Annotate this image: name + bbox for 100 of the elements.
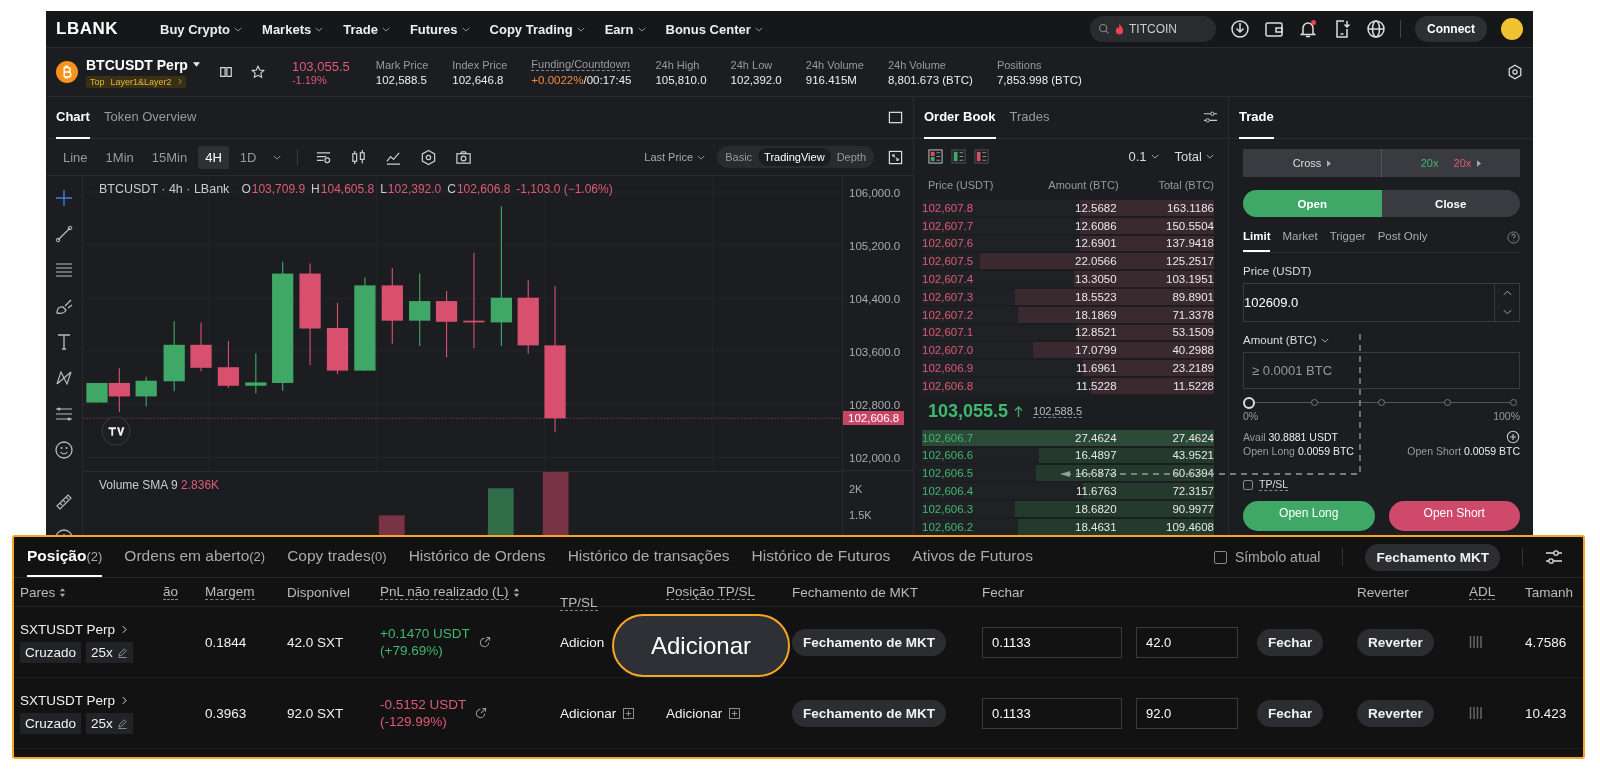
pair-link[interactable]: SXTUSDT Perp [20,692,128,708]
horizontal-lines-icon[interactable] [54,260,74,280]
order-button[interactable]: Open Short [1388,501,1520,531]
nav-menu[interactable]: Earn [604,21,646,37]
order-type-tab[interactable]: Trigger [1329,222,1366,252]
reverse-button[interactable]: Reverter [1357,699,1434,727]
bell-icon[interactable] [1298,19,1318,39]
plus-square-icon[interactable] [623,707,635,719]
price-source-dropdown[interactable]: Last Price [644,151,706,163]
book-both-icon[interactable] [928,148,943,164]
share-icon[interactable] [474,706,488,720]
positions-tab[interactable]: Copy trades(0) [287,537,387,577]
book-bids-icon[interactable] [951,148,966,164]
chevron-icon [122,624,128,634]
caret-icon[interactable] [273,154,282,160]
symbol-selector[interactable]: BTCUSDT Perp [86,56,200,73]
panel-tab[interactable]: Order Book [924,97,996,139]
leverage-button[interactable]: 20x 20x [1382,149,1520,177]
panel-tab[interactable]: Trades [1009,97,1050,139]
interval-button[interactable]: 1Min [98,145,141,169]
close-price-field[interactable]: 0.1133 [982,626,1122,658]
globe-icon[interactable] [1366,19,1386,39]
nav-menu[interactable]: Copy Trading [489,21,585,37]
avatar[interactable] [1501,18,1523,40]
sort-icon[interactable] [59,586,67,598]
close-button[interactable]: Fechar [1257,628,1324,656]
close-price-field[interactable]: 0.1133 [982,697,1122,729]
nav-menu[interactable]: Buy Crypto [160,21,243,37]
increment-icon[interactable] [1502,290,1512,297]
interval-button[interactable]: 15Min [144,145,195,169]
wallet-icon[interactable] [1264,19,1284,39]
camera-icon[interactable] [455,148,473,166]
positions-tab[interactable]: Histórico de Futuros [751,537,891,577]
sort-icon[interactable] [512,586,520,598]
plus-square-icon[interactable] [729,707,741,719]
positions-tab[interactable]: Histórico de Ordens [408,537,546,577]
positions-tab[interactable]: Posição(2) [27,537,103,577]
search-bar[interactable]: TITCOIN [1090,16,1216,42]
nav-menu[interactable]: Trade [343,21,390,37]
add-circle-icon[interactable] [1506,430,1520,444]
precision-dropdown[interactable]: 0.1 [1128,148,1159,164]
close-amount-field[interactable]: 42.0 [1136,626,1238,658]
connect-button[interactable]: Connect [1415,16,1487,42]
panel-tab[interactable]: Token Overview [103,96,197,139]
nav-menu[interactable]: Futures [409,21,470,37]
line-tool-icon[interactable] [54,224,74,244]
close-amount-field[interactable]: 92.0 [1136,697,1238,729]
hexagon-icon[interactable] [420,148,438,166]
leverage-chip[interactable]: 25x [86,641,133,663]
layout-icon[interactable] [888,110,903,125]
view-option[interactable]: Depth [830,148,872,166]
checkbox[interactable] [1213,550,1227,564]
order-type-tab[interactable]: Market [1282,222,1318,252]
ruler-icon[interactable] [54,492,74,512]
expand-icon[interactable] [888,149,903,165]
interval-button[interactable]: Line [56,145,95,169]
smiley-icon[interactable] [54,440,74,460]
share-icon[interactable] [477,635,491,649]
filter-icon[interactable] [1545,548,1563,566]
search-input[interactable]: TITCOIN [1129,22,1209,36]
close-all-button[interactable]: Fechamento MKT [1365,543,1500,571]
positions-tab[interactable]: Ordens em aberto(2) [124,537,266,577]
reverse-button[interactable]: Reverter [1357,628,1434,656]
leverage-chip[interactable]: 25x [86,712,133,734]
help-icon[interactable] [1507,230,1520,244]
margin-mode-button[interactable]: Cross [1243,149,1382,177]
positions-tab[interactable]: Ativos de Futuros [912,537,1033,577]
side-toggle[interactable]: Close [1381,190,1520,217]
download-icon[interactable] [1230,19,1250,39]
view-option[interactable]: TradingView [758,148,831,166]
market-close-button[interactable]: Fechamento de MKT [792,628,946,656]
crosshair-icon[interactable] [54,188,74,208]
add-link[interactable]: Adicionar [560,705,617,721]
interval-button[interactable]: 1D [232,145,264,169]
logo[interactable]: LBANK [56,19,118,39]
amount-field[interactable]: ≥ 0.0001 BTC [1243,352,1520,389]
candlestick-icon[interactable] [350,148,368,166]
add-link[interactable]: Adicion [560,634,605,650]
nav-menu[interactable]: Bonus Center [665,21,763,37]
filter-icon[interactable] [1203,110,1218,125]
total-dropdown[interactable]: Total [1174,148,1214,164]
positions-tab[interactable]: Histórico de transações [567,537,730,577]
slider-thumb[interactable] [1243,397,1255,409]
nav-menu[interactable]: Markets [262,21,324,37]
settings-icon[interactable] [1507,64,1523,80]
interval-button[interactable]: 4H [198,145,229,169]
order-type-tab[interactable]: Limit [1243,222,1271,252]
add-link[interactable]: Adicionar [666,705,723,721]
close-button[interactable]: Fechar [1257,699,1324,727]
market-close-button[interactable]: Fechamento de MKT [792,699,946,727]
decrement-icon[interactable] [1502,308,1512,315]
checkbox[interactable] [1243,479,1253,490]
panel-tab[interactable]: Chart [56,96,90,139]
tag-strip[interactable]: Top Layer1&Layer2 [86,75,186,88]
amount-unit-dropdown[interactable]: Amount (BTC) [1243,334,1329,346]
order-amount: 12.6086 [1074,219,1117,232]
pair-link[interactable]: SXTUSDT Perp [20,621,128,637]
book-asks-icon[interactable] [974,148,989,164]
view-option[interactable]: Basic [719,148,759,166]
order-type-tab[interactable]: Post Only [1377,222,1428,252]
